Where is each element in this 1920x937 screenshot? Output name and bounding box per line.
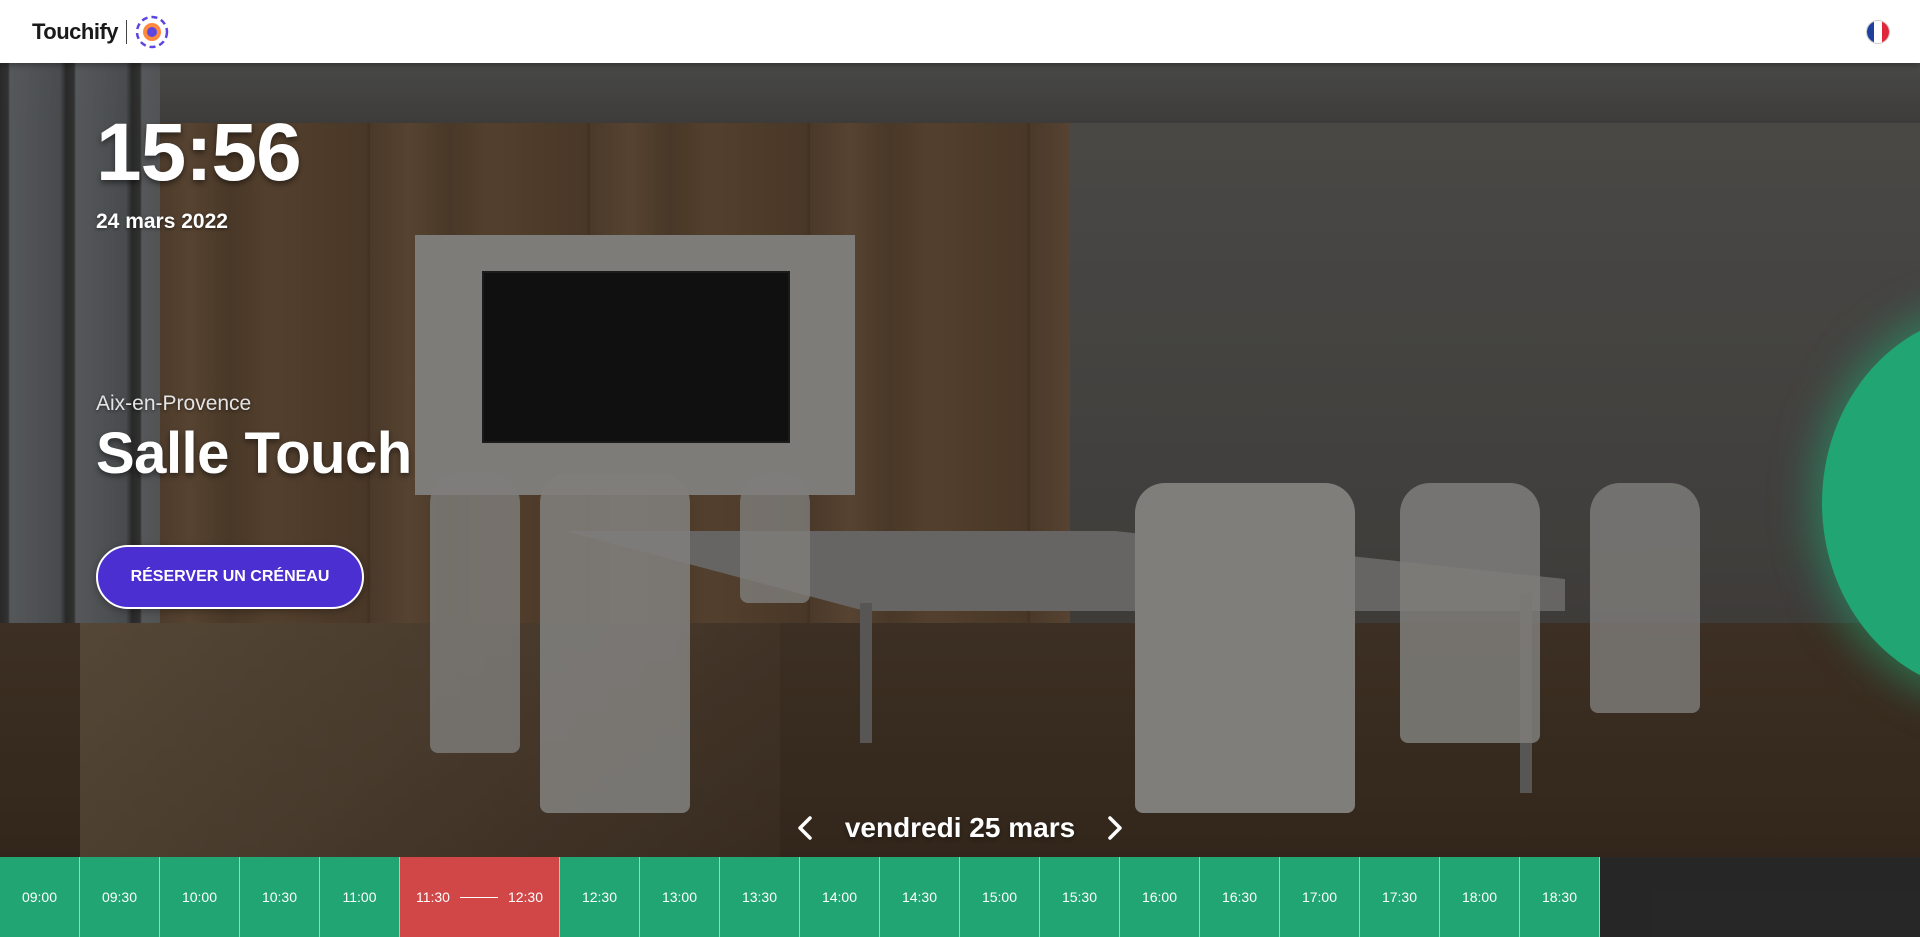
time-slot[interactable]: 18:00 [1440, 857, 1520, 937]
brand-name: Touchify [32, 18, 119, 44]
selected-day: vendredi 25 mars [844, 812, 1076, 843]
time-slot[interactable]: 15:00 [960, 857, 1040, 937]
chevron-right-icon [1108, 816, 1122, 840]
prev-day-button[interactable] [785, 808, 825, 848]
next-day-button[interactable] [1095, 808, 1135, 848]
time-slot[interactable]: 11:00 [320, 857, 400, 937]
book-slot-button[interactable]: RÉSERVER UN CRÉNEAU [96, 545, 364, 609]
current-time: 15:56 [96, 107, 302, 198]
brand-separator [126, 19, 128, 44]
time-slot[interactable]: 16:00 [1120, 857, 1200, 937]
booked-slot[interactable]: 11:30 12:30 [400, 857, 560, 937]
time-slot[interactable]: 13:00 [640, 857, 720, 937]
time-slot[interactable]: 14:00 [800, 857, 880, 937]
time-slot[interactable]: 15:30 [1040, 857, 1120, 937]
chevron-left-icon [798, 816, 812, 840]
booked-range-line [459, 896, 498, 898]
time-slot[interactable]: 10:30 [240, 857, 320, 937]
time-slot[interactable]: 12:30 [560, 857, 640, 937]
time-slot[interactable]: 09:00 [0, 857, 80, 937]
time-slot[interactable]: 13:30 [720, 857, 800, 937]
time-slot[interactable]: 17:00 [1280, 857, 1360, 937]
time-slot-timeline: 09:00 09:30 10:00 10:30 11:00 11:30 12:3… [0, 857, 1920, 937]
time-slot[interactable]: 17:30 [1360, 857, 1440, 937]
booked-end-time: 12:30 [507, 889, 544, 905]
booked-start-time: 11:30 [415, 889, 450, 905]
time-slot[interactable]: 09:30 [80, 857, 160, 937]
time-slot[interactable]: 16:30 [1200, 857, 1280, 937]
france-flag-icon[interactable] [1866, 19, 1890, 44]
day-navigation: vendredi 25 mars [0, 800, 1920, 856]
time-slot[interactable]: 18:30 [1520, 857, 1600, 937]
top-bar: Touchify [0, 0, 1920, 63]
time-slot[interactable]: 10:00 [160, 857, 240, 937]
room-name: Salle Touch [96, 421, 412, 486]
time-slot[interactable]: 14:30 [880, 857, 960, 937]
brand-logo: Touchify [32, 15, 169, 49]
current-date: 24 mars 2022 [96, 210, 228, 233]
touchify-logo-icon [135, 15, 169, 48]
room-location: Aix-en-Provence [96, 392, 252, 415]
